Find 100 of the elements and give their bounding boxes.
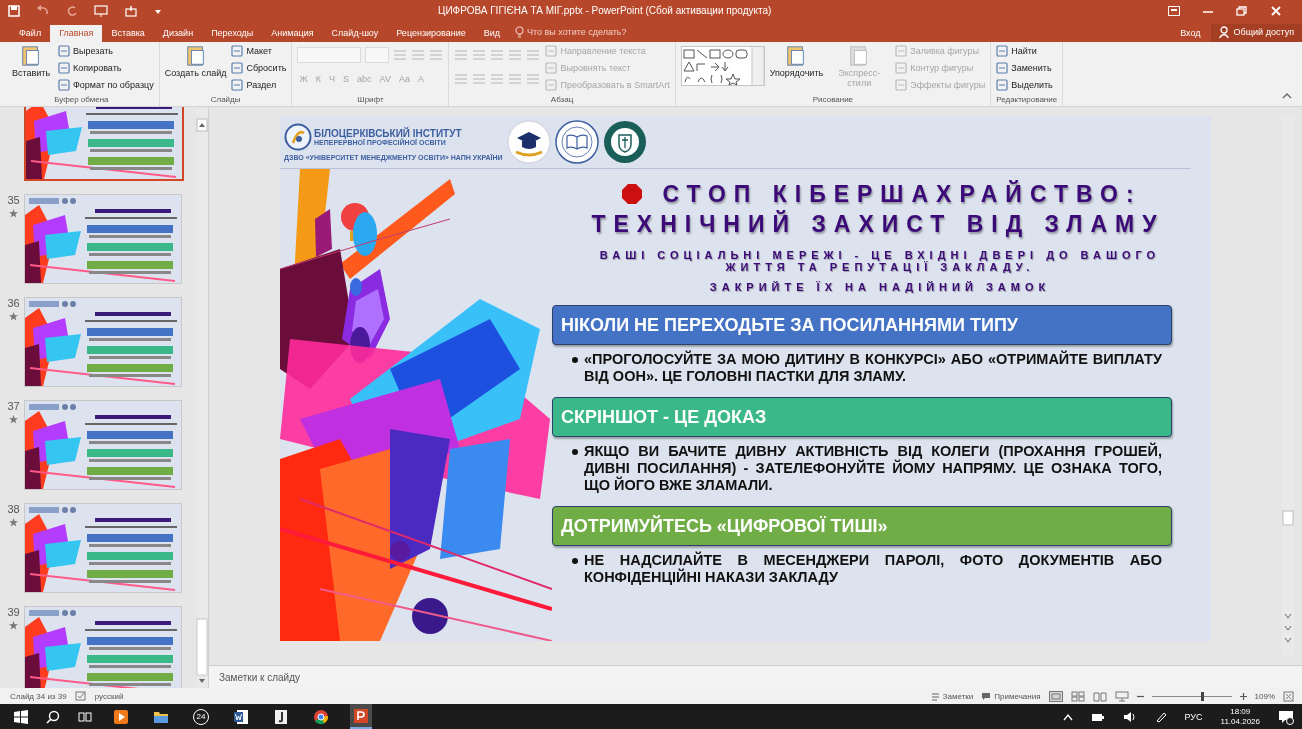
touch-mode-icon[interactable]	[124, 4, 138, 17]
slide-thumbnail[interactable]	[24, 503, 182, 594]
section-heading: НІКОЛИ НЕ ПЕРЕХОДЬТЕ ЗА ПОСИЛАННЯМИ ТИПУ	[552, 305, 1172, 346]
zoom-level[interactable]: 109%	[1254, 691, 1275, 701]
slide-sorter-icon[interactable]	[1070, 690, 1085, 702]
volume-icon[interactable]	[1122, 710, 1137, 723]
slide-number: 37	[7, 400, 20, 413]
ribbon-button[interactable]: Упорядочить	[769, 43, 824, 78]
section-heading: ДОТРИМУЙТЕСЬ «ЦИФРОВОЇ ТИШІ»	[552, 506, 1172, 547]
zoom-in-icon[interactable]	[1239, 692, 1247, 700]
slide-title: ТЕХНІЧНИЙ ЗАХИСТ ВІД ЗЛАМУ	[590, 209, 1166, 240]
ribbon-tab[interactable]: Файл	[10, 24, 51, 42]
ribbon-tab[interactable]: Анимация	[262, 24, 323, 42]
input-language[interactable]: РУС	[1184, 711, 1203, 722]
ribbon-tab[interactable]: Рецензирование	[387, 24, 475, 42]
ribbon-button[interactable]: Вырезать	[58, 43, 154, 59]
browser-icon	[313, 708, 329, 725]
ribbon-button[interactable]: Копировать	[58, 60, 154, 76]
search-icon[interactable]	[46, 709, 60, 724]
slide-number: 38	[7, 503, 20, 516]
taskbar-app[interactable]	[350, 704, 372, 729]
window-title: ЦИФРОВА ГІГІЄНА ТА МІГ.pptx - PowerPoint (Сбой активации продукта)	[438, 5, 773, 17]
slideshow-icon[interactable]	[1114, 690, 1129, 702]
ribbon-tab[interactable]: Переходы	[202, 24, 263, 42]
taskbar-app[interactable]: 24	[190, 704, 212, 729]
ribbon-button[interactable]: Заменить	[996, 60, 1053, 76]
slide-title: СТОП КІБЕРШАХРАЙСТВО:	[662, 179, 1142, 210]
presentation-icon[interactable]	[94, 4, 108, 17]
spellcheck-icon[interactable]	[74, 691, 87, 702]
normal-view-icon[interactable]	[1048, 690, 1063, 702]
star-icon[interactable]	[9, 518, 18, 528]
group-label: Буфер обмена	[53, 95, 110, 107]
notes-field[interactable]: Заметки к слайду	[217, 669, 521, 685]
comments-button[interactable]: Примечания	[981, 691, 1041, 701]
ribbon-button[interactable]: Формат по образцу	[58, 77, 154, 93]
fit-slide-icon[interactable]	[1283, 690, 1294, 702]
slide-thumbnail[interactable]	[24, 297, 182, 388]
media-player-icon	[113, 708, 129, 725]
slide-thumbnail[interactable]	[24, 400, 182, 491]
ribbon-display-icon[interactable]	[1168, 5, 1180, 16]
command-icon	[184, 44, 207, 67]
bullet-text: НЕ НАДСИЛАЙТЕ В МЕСЕНДЖЕРИ ПАРОЛІ, ФОТО ДОКУМЕНТІВ АБО КОНФІДЕНЦІЙНІ НАКАЗИ ЗАКЛАДУ	[584, 552, 1162, 587]
ribbon-tab[interactable]: Слайд-шоу	[322, 24, 388, 42]
group-label: Абзац	[549, 95, 575, 107]
close-icon[interactable]	[1270, 5, 1282, 16]
undo-icon[interactable]	[36, 4, 50, 17]
redo-icon[interactable]	[66, 4, 78, 17]
clock-date[interactable]: 11.04.2026	[1220, 716, 1260, 727]
ribbon-tab[interactable]: Дизайн	[153, 24, 203, 42]
tell-me-field[interactable]: Что вы хотите сделать?	[527, 26, 648, 37]
share-button[interactable]: Общий доступ	[1210, 23, 1302, 42]
collapse-ribbon-icon[interactable]	[1282, 92, 1292, 101]
star-icon[interactable]	[9, 415, 18, 425]
person-icon	[1218, 25, 1230, 38]
language-indicator[interactable]: русский	[94, 691, 124, 701]
star-icon[interactable]	[9, 621, 18, 631]
ribbon-tab[interactable]: Главная	[50, 24, 103, 42]
bullet-icon	[572, 449, 578, 456]
notes-icon	[930, 691, 940, 701]
ribbon-button[interactable]: Создать слайд	[164, 43, 227, 78]
command-icon	[58, 79, 70, 92]
ribbon-button[interactable]: Раздел	[231, 77, 287, 93]
comment-icon	[981, 691, 992, 701]
command-icon	[996, 45, 1009, 58]
bullet-icon	[572, 558, 578, 565]
restore-icon[interactable]	[1236, 5, 1248, 16]
shapes-gallery[interactable]	[680, 45, 765, 86]
institute-logo-icon	[284, 123, 312, 152]
ribbon-button[interactable]: Сбросить	[231, 60, 287, 76]
notes-button[interactable]: Заметки	[930, 691, 974, 701]
ribbon-button[interactable]: Найти	[996, 43, 1053, 59]
windows-logo-icon[interactable]	[14, 709, 28, 724]
command-icon	[895, 62, 908, 75]
pen-icon[interactable]	[1154, 710, 1167, 723]
reading-view-icon[interactable]	[1092, 690, 1107, 702]
ribbon-button[interactable]: Макет	[231, 43, 287, 59]
ribbon-tab[interactable]: Вид	[474, 24, 510, 42]
command-icon	[545, 45, 558, 58]
ribbon-button[interactable]: Вставить	[9, 43, 53, 78]
sign-in-link[interactable]: Вход	[1170, 27, 1211, 42]
notifications-icon[interactable]	[1278, 708, 1294, 725]
star-icon[interactable]	[9, 209, 18, 219]
save-icon[interactable]	[8, 4, 20, 17]
slide-thumbnail[interactable]	[24, 606, 182, 689]
group-label: Шрифт	[356, 95, 385, 107]
zoom-slider-thumb[interactable]	[1201, 691, 1205, 701]
show-hidden-icons-icon[interactable]	[1062, 712, 1073, 721]
slide-thumbnail[interactable]	[24, 107, 184, 182]
group-label: Рисование	[811, 95, 855, 107]
star-icon[interactable]	[9, 312, 18, 322]
slide-number: 35	[7, 194, 20, 207]
task-view-icon[interactable]	[78, 709, 92, 724]
lightbulb-icon	[515, 25, 525, 38]
ribbon-tab[interactable]: Вставка	[102, 24, 154, 42]
ribbon-button[interactable]: Выделить	[996, 77, 1053, 93]
slide-thumbnail[interactable]	[24, 194, 182, 285]
command-icon	[58, 45, 70, 58]
graduation-cap-emblem-icon	[506, 120, 551, 165]
command-icon	[20, 44, 42, 67]
clock-time[interactable]: 18:09	[1230, 706, 1251, 717]
